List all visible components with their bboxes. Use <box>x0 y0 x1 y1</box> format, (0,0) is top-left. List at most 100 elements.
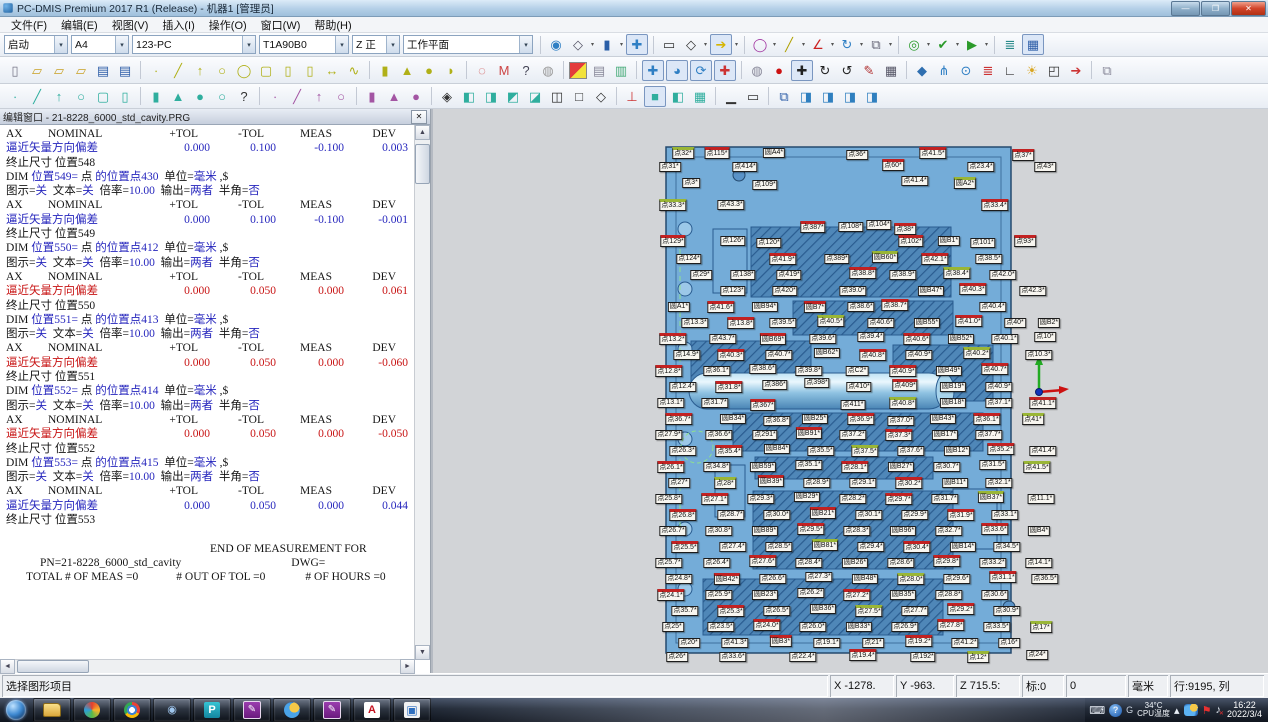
scroll-up-icon[interactable]: ▲ <box>415 125 430 140</box>
editor-line[interactable]: 终止尺寸 位置548 <box>6 156 415 170</box>
cad-label[interactable]: 点25.3* <box>717 605 744 617</box>
con-plane-icon[interactable]: ↑ <box>309 87 329 106</box>
cad-label[interactable]: 点27.1* <box>701 493 728 505</box>
save-icon[interactable]: ▤ <box>93 61 113 80</box>
cad-label[interactable]: 点41.9* <box>769 253 796 265</box>
cad-label[interactable]: 点26.4* <box>703 558 730 568</box>
wireframe-cube-dropdown-icon[interactable]: ▾ <box>702 41 709 48</box>
cad-label[interactable]: 点43.3* <box>717 200 744 210</box>
taskbar-browser-360[interactable] <box>73 698 111 722</box>
cad-label[interactable]: 点38.4* <box>943 267 970 279</box>
con-cylinder-icon[interactable]: ▮ <box>362 87 382 106</box>
editor-line[interactable]: DIM 位置549= 点 的位置点430 单位=毫米 ,$ <box>6 170 415 184</box>
cad-label[interactable]: 点37.0* <box>887 416 914 426</box>
combo-probe[interactable]: A4▾ <box>71 35 129 54</box>
cad-label[interactable]: 点29.9* <box>901 510 928 520</box>
feature-cone-icon[interactable]: ▲ <box>397 61 417 80</box>
feature-plane-icon[interactable]: ↑ <box>190 61 210 80</box>
cad-label[interactable]: 点42.1* <box>921 253 948 265</box>
cad-label[interactable]: 点11.1* <box>1028 494 1055 504</box>
feature-line-icon[interactable]: ╱ <box>168 61 188 80</box>
cad-label[interactable]: 点30.4* <box>903 541 930 553</box>
cad-label[interactable]: 点387* <box>800 221 825 233</box>
cad-label[interactable]: 圆A4* <box>763 148 785 158</box>
probe-mode-icon[interactable]: ◉ <box>546 35 566 54</box>
tray-ime-icon[interactable]: ⌨ <box>1089 704 1105 717</box>
editor-hscrollbar[interactable]: ◄ ► <box>0 659 415 673</box>
edit-window-close-icon[interactable]: ✕ <box>411 110 427 124</box>
cad-label[interactable]: 点37.1* <box>985 398 1012 408</box>
probe-toggle-dropdown-icon[interactable]: ▾ <box>618 41 625 48</box>
editor-line[interactable] <box>6 527 415 541</box>
cad-label[interactable]: 点40.9* <box>889 365 916 377</box>
cad-label[interactable]: 点41.6* <box>707 301 734 313</box>
chevron-down-icon[interactable]: ▾ <box>519 36 532 53</box>
report-view-4-icon[interactable]: ◨ <box>862 87 882 106</box>
cad-label[interactable]: 点409* <box>892 379 917 391</box>
cad-label[interactable]: 点14.1* <box>1025 558 1052 568</box>
cad-label[interactable]: 点34.8* <box>703 462 730 472</box>
cad-label[interactable]: 点398* <box>804 378 829 388</box>
copy-pattern-dropdown-icon[interactable]: ▾ <box>887 41 894 48</box>
editor-line[interactable]: 图示=关 文本=关 倍率=10.00 输出=两者 半角=否 <box>6 470 415 484</box>
feature-surface-icon[interactable]: ◗ <box>441 61 461 80</box>
cad-label[interactable]: 点30.0* <box>763 510 790 520</box>
wireframe-cube-icon[interactable]: ◇ <box>681 35 701 54</box>
cad-label[interactable]: 点43* <box>1034 162 1056 172</box>
cad-label[interactable]: 点38.9* <box>889 270 916 280</box>
feature-notch-icon[interactable]: ▯ <box>300 61 320 80</box>
cad-label[interactable]: 点26.5* <box>763 606 790 616</box>
taskbar-camera-app[interactable]: ◉ <box>153 698 191 722</box>
editor-line[interactable]: 图示=关 文本=关 倍率=10.00 输出=两者 半角=否 <box>6 256 415 270</box>
cad-label[interactable]: 点25* <box>662 622 684 632</box>
qualify-dropdown-icon[interactable]: ▾ <box>925 41 932 48</box>
editor-vscrollbar[interactable]: ▲ ▼ <box>414 125 430 660</box>
taskbar-snipping-tool[interactable]: ▣ <box>393 698 431 722</box>
cad-label[interactable]: 点40.5* <box>817 315 844 327</box>
tray-help-icon[interactable]: ? <box>1109 704 1122 717</box>
gage-icon[interactable]: ⧉ <box>1097 61 1117 80</box>
menu-operation[interactable]: 操作(O) <box>202 17 254 33</box>
scroll-left-icon[interactable]: ◄ <box>0 659 15 674</box>
chevron-down-icon[interactable]: ▾ <box>386 36 399 53</box>
probe-touch-icon[interactable]: ⊥ <box>622 87 642 106</box>
qualify-icon[interactable]: ◎ <box>904 35 924 54</box>
cad-label[interactable]: 圆B48* <box>852 574 878 584</box>
hscroll-thumb[interactable] <box>17 660 89 673</box>
cad-label[interactable]: 点25.9* <box>705 590 732 600</box>
cad-label[interactable]: 点101* <box>970 238 995 248</box>
combo-machine[interactable]: 123-PC▾ <box>132 35 256 54</box>
window-frame-icon[interactable]: ▭ <box>743 87 763 106</box>
cad-label[interactable]: 点104* <box>866 220 891 230</box>
collision-arrow-icon[interactable]: ➔ <box>1066 61 1086 80</box>
cad-label[interactable]: 点33.4* <box>981 199 1008 211</box>
execute-icon[interactable]: ▶ <box>962 35 982 54</box>
editor-line[interactable]: TOTAL # OF MEAS =0# OUT OF TOL =0# OF HO… <box>6 570 415 584</box>
editor-line[interactable]: 逼近矢量方向偏差0.0000.0500.0000.044 <box>6 499 415 513</box>
chevron-down-icon[interactable]: ▾ <box>115 36 128 53</box>
cad-label[interactable]: 点40.7* <box>765 350 792 360</box>
meas-cone-icon[interactable]: ▲ <box>168 87 188 106</box>
cad-label[interactable]: 点102* <box>898 235 923 247</box>
editor-line[interactable]: END OF MEASUREMENT FOR <box>6 542 415 556</box>
cad-label[interactable]: 点40.9* <box>985 382 1012 392</box>
editor-content[interactable]: AXNOMINAL+TOL-TOLMEASDEV逼近矢量方向偏差0.0000.1… <box>0 125 415 660</box>
cad-label[interactable]: 圆B81* <box>812 539 838 551</box>
cad-label[interactable]: 点26.6* <box>759 574 786 584</box>
cad-label[interactable]: 点35.1* <box>795 460 822 470</box>
feature-sphere-icon[interactable]: ● <box>419 61 439 80</box>
window-layout-icon[interactable]: ▦ <box>1022 34 1044 55</box>
save-as-icon[interactable]: ▤ <box>115 61 135 80</box>
cad-label[interactable]: 圆B36* <box>810 604 836 614</box>
feature-curve-icon[interactable]: ∿ <box>344 61 364 80</box>
new-file-icon[interactable]: ▯ <box>5 61 25 80</box>
cpu-temp-indicator[interactable]: 34°CCPU温度 <box>1137 702 1170 718</box>
cad-label[interactable]: 点27* <box>668 478 690 488</box>
editor-line[interactable]: AXNOMINAL+TOL-TOLMEASDEV <box>6 413 415 427</box>
cad-label[interactable]: 点26.8* <box>669 509 696 521</box>
execute-dropdown-icon[interactable]: ▾ <box>983 41 990 48</box>
rotate-2d-icon[interactable]: ↻ <box>815 61 835 80</box>
cad-label[interactable]: 点21* <box>862 638 884 648</box>
restore-button[interactable]: ❐ <box>1201 1 1230 16</box>
cad-label[interactable]: 点36.9* <box>847 413 874 425</box>
